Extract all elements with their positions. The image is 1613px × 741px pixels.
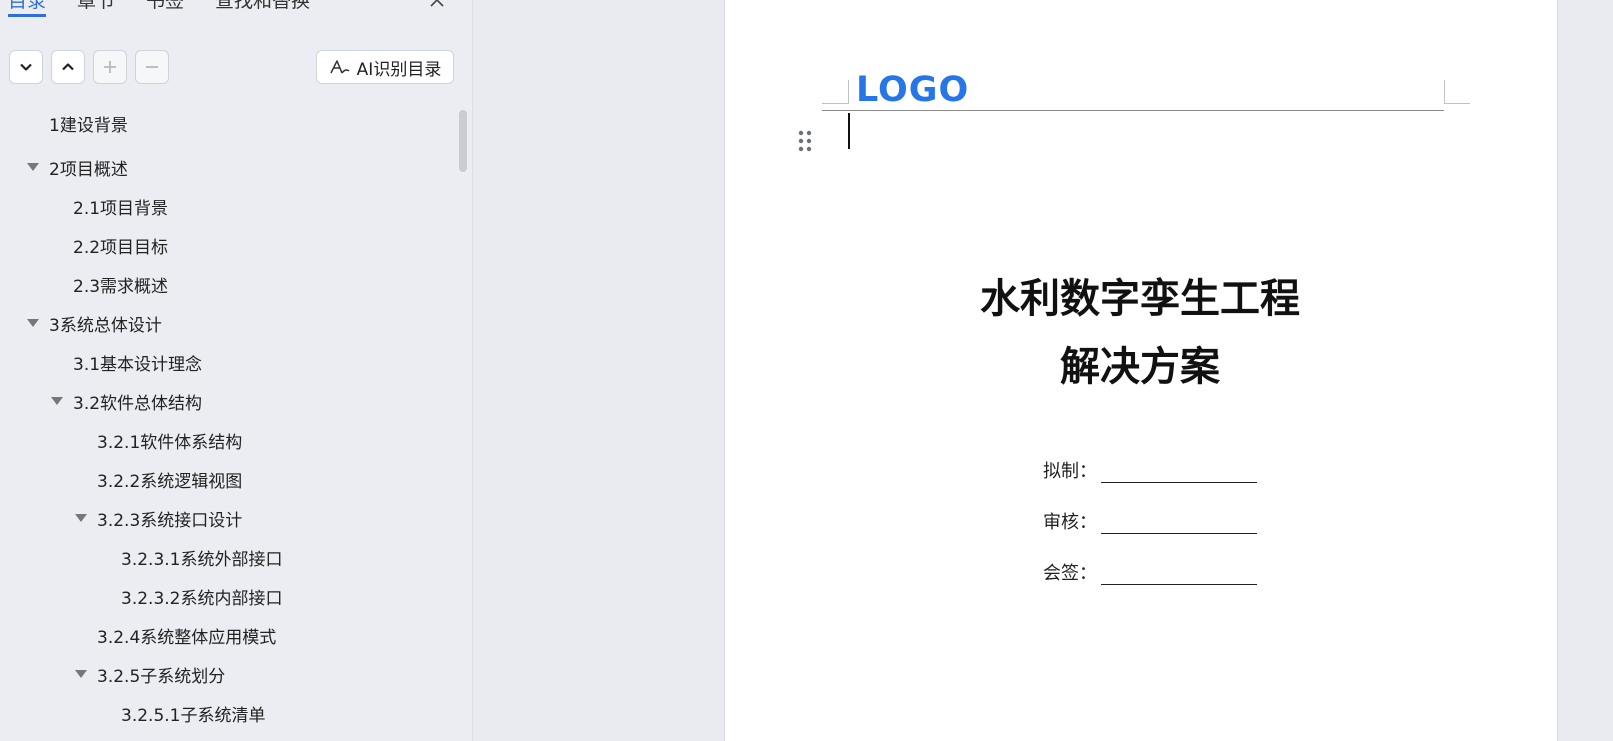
crop-mark	[848, 80, 849, 104]
signature-field[interactable]	[1101, 562, 1257, 585]
sign-row-reviewer: 审核：	[1043, 508, 1257, 534]
toc-item-3-2-3-2[interactable]: 3.2.3.2系统内部接口	[121, 581, 282, 611]
toc-item-1[interactable]: 1建设背景	[49, 108, 128, 138]
nav-tab-bar: 目录 章节 书签 查找和替换	[0, 0, 472, 22]
tab-chapters[interactable]: 章节	[77, 0, 115, 13]
toc-item-3-1[interactable]: 3.1基本设计理念	[73, 347, 202, 377]
toc-item-label: 3.2.3系统接口设计	[97, 510, 243, 531]
tab-toc[interactable]: 目录	[8, 0, 47, 17]
toc-item-label: 2项目概述	[49, 159, 128, 180]
tab-find-replace[interactable]: 查找和替换	[215, 0, 310, 13]
toc-item-label: 3.2.5子系统划分	[97, 666, 226, 687]
ai-sparkle-icon	[330, 60, 350, 74]
toc-item-3-2-3[interactable]: 3.2.3系统接口设计	[97, 503, 242, 533]
caret-down-icon[interactable]	[75, 514, 87, 522]
crop-mark	[822, 103, 848, 104]
drag-handle-icon[interactable]	[797, 129, 813, 153]
crop-mark	[1444, 80, 1445, 104]
document-title-line1: 水利数字孪生工程	[980, 276, 1300, 322]
toc-item-2-1[interactable]: 2.1项目背景	[73, 191, 168, 221]
close-icon	[430, 0, 444, 7]
header-logo: LOGO	[856, 70, 970, 110]
signature-field[interactable]	[1101, 460, 1257, 483]
toc-item-3-2[interactable]: 3.2软件总体结构	[73, 386, 202, 416]
header-divider	[822, 110, 1444, 111]
toc-item-label: 1建设背景	[49, 115, 128, 136]
sign-label: 拟制：	[1043, 461, 1097, 482]
plus-icon	[104, 61, 116, 73]
close-pane-button[interactable]	[425, 0, 449, 12]
toc-item-label: 3系统总体设计	[49, 315, 162, 336]
ai-recognize-toc-button[interactable]: AI识别目录	[316, 50, 454, 84]
sign-label: 会签：	[1043, 563, 1097, 584]
navigation-pane: 目录 章节 书签 查找和替换 AI识别目录 1建设背景 2项目概述 2.1项目背…	[0, 0, 473, 741]
toc-item-label: 3.2软件总体结构	[73, 393, 203, 414]
toc-item-label: 3.2.1软件体系结构	[97, 432, 243, 453]
tab-bookmarks[interactable]: 书签	[146, 0, 184, 13]
toc-item-3[interactable]: 3系统总体设计	[49, 308, 162, 338]
caret-down-icon[interactable]	[51, 397, 63, 405]
ai-button-label: AI识别目录	[356, 59, 442, 80]
document-title-line2: 解决方案	[1060, 344, 1220, 390]
toc-scrollbar-thumb[interactable]	[459, 110, 467, 172]
collapse-level-button[interactable]	[51, 50, 85, 84]
expand-level-button[interactable]	[9, 50, 43, 84]
toc-item-2-2[interactable]: 2.2项目目标	[73, 230, 168, 260]
sign-row-drafter: 拟制：	[1043, 457, 1257, 483]
toc-item-2-3[interactable]: 2.3需求概述	[73, 269, 168, 299]
toc-item-label: 3.2.2系统逻辑视图	[97, 471, 243, 492]
toc-item-2[interactable]: 2项目概述	[49, 152, 128, 182]
sign-label: 审核：	[1043, 512, 1097, 533]
signature-field[interactable]	[1101, 511, 1257, 534]
chevron-down-icon	[20, 63, 32, 71]
toc-item-3-2-2[interactable]: 3.2.2系统逻辑视图	[97, 464, 242, 494]
caret-down-icon[interactable]	[27, 319, 39, 327]
text-cursor	[848, 113, 850, 149]
toc-item-label: 2.1项目背景	[73, 198, 169, 219]
caret-down-icon[interactable]	[75, 670, 87, 678]
toc-item-label: 3.2.5.1子系统清单	[121, 705, 266, 726]
toc-item-3-2-4[interactable]: 3.2.4系统整体应用模式	[97, 620, 276, 650]
toc-item-3-2-5-1[interactable]: 3.2.5.1子系统清单	[121, 698, 265, 728]
toc-item-label: 3.2.4系统整体应用模式	[97, 627, 277, 648]
chevron-up-icon	[62, 63, 74, 71]
remove-heading-button[interactable]	[135, 50, 169, 84]
toc-item-3-2-5[interactable]: 3.2.5子系统划分	[97, 659, 225, 689]
toc-item-label: 3.2.3.1系统外部接口	[121, 549, 283, 570]
toc-item-label: 3.2.3.2系统内部接口	[121, 588, 283, 609]
toc-item-label: 2.3需求概述	[73, 276, 169, 297]
caret-down-icon[interactable]	[27, 163, 39, 171]
toc-item-label: 3.1基本设计理念	[73, 354, 203, 375]
crop-mark	[1444, 103, 1470, 104]
toc-item-label: 2.2项目目标	[73, 237, 169, 258]
toc-item-3-2-1[interactable]: 3.2.1软件体系结构	[97, 425, 242, 455]
minus-icon	[146, 66, 158, 68]
add-heading-button[interactable]	[93, 50, 127, 84]
toc-item-3-2-3-1[interactable]: 3.2.3.1系统外部接口	[121, 542, 282, 572]
sign-row-countersign: 会签：	[1043, 559, 1257, 585]
